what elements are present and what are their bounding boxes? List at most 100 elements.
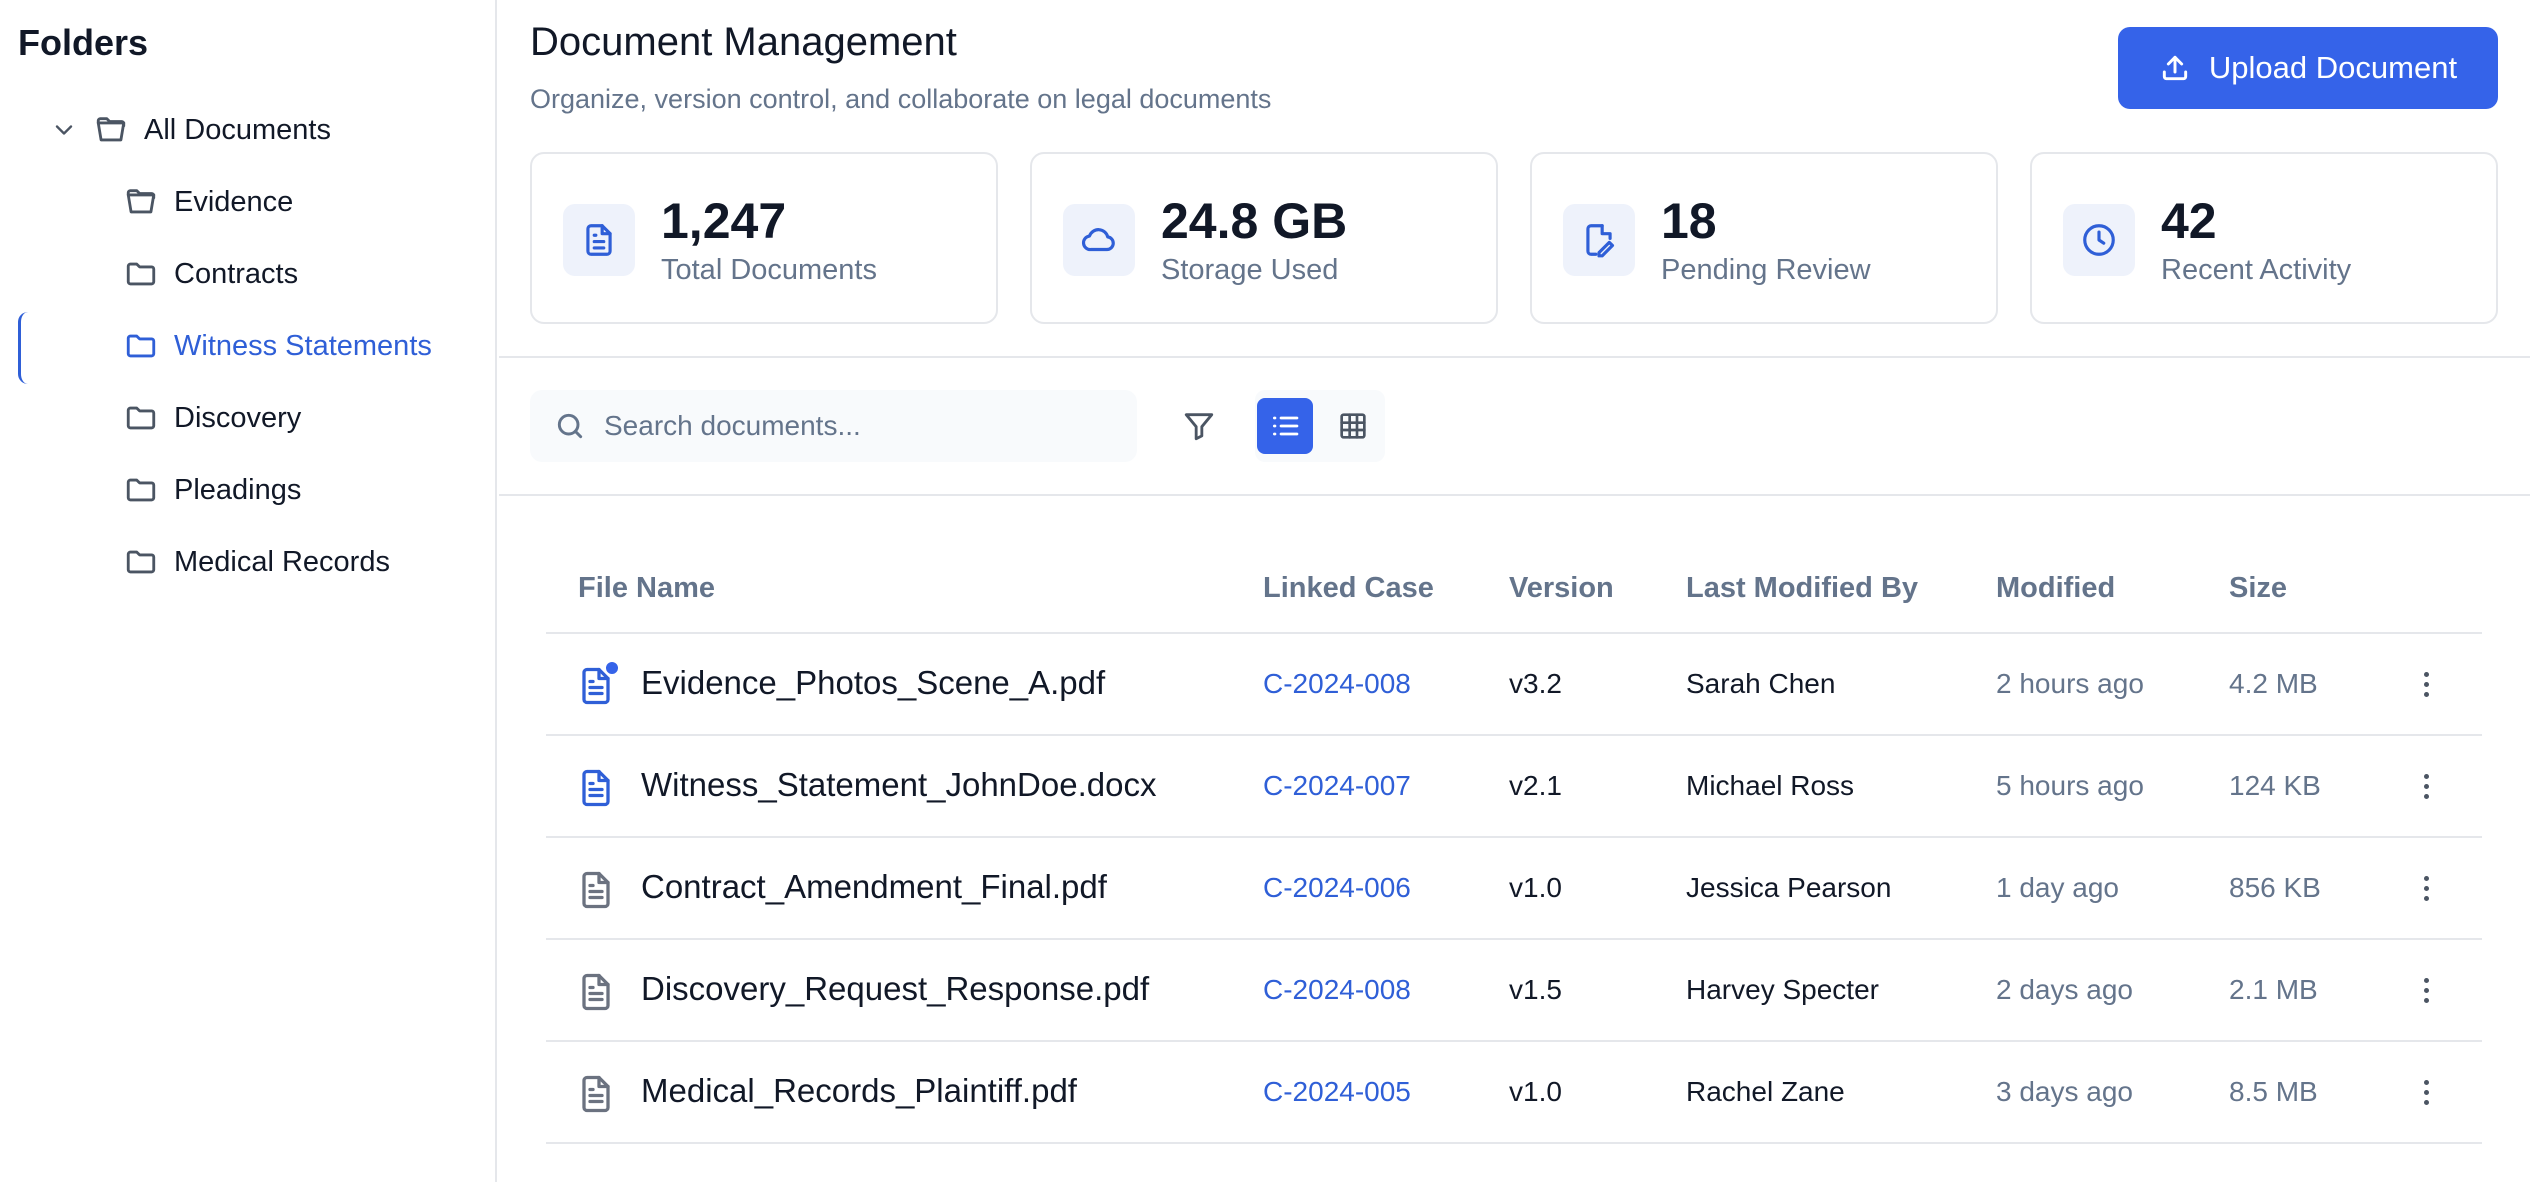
version: v1.5 bbox=[1509, 974, 1562, 1005]
folder-contracts[interactable]: Contracts bbox=[124, 246, 298, 302]
modified-time: 2 days ago bbox=[1996, 974, 2133, 1005]
column-header[interactable]: Last Modified By bbox=[1686, 572, 1918, 605]
table-row[interactable]: Discovery_Request_Response.pdf C-2024-00… bbox=[546, 940, 2482, 1042]
folder-all-documents[interactable]: All Documents bbox=[50, 102, 331, 158]
file-name[interactable]: Discovery_Request_Response.pdf bbox=[641, 970, 1149, 1008]
stat-value: 1,247 bbox=[661, 193, 787, 249]
column-header[interactable]: Version bbox=[1509, 572, 1614, 605]
table-header: File Name Linked Case Version Last Modif… bbox=[546, 548, 2482, 634]
clock-icon bbox=[2083, 224, 2115, 256]
folder-label: Discovery bbox=[174, 401, 302, 434]
folder-icon bbox=[126, 406, 156, 430]
version: v1.0 bbox=[1509, 872, 1562, 903]
upload-document-button[interactable]: Upload Document bbox=[2118, 27, 2498, 109]
section-divider bbox=[499, 356, 2530, 358]
folder-icon bbox=[126, 262, 156, 286]
folder-pleadings[interactable]: Pleadings bbox=[124, 462, 301, 518]
folder-label: Medical Records bbox=[174, 545, 390, 578]
document-icon bbox=[582, 871, 610, 909]
sidebar-title: Folders bbox=[18, 22, 149, 63]
column-header[interactable]: Linked Case bbox=[1263, 572, 1434, 605]
linked-case-link[interactable]: C-2024-005 bbox=[1263, 1076, 1411, 1108]
unread-dot bbox=[604, 660, 620, 676]
upload-icon bbox=[2162, 55, 2188, 81]
more-actions-icon[interactable] bbox=[2406, 1072, 2446, 1112]
table-row[interactable]: Medical_Records_Plaintiff.pdf C-2024-005… bbox=[546, 1042, 2482, 1144]
stat-value: 42 bbox=[2161, 193, 2217, 249]
folder-label: Pleadings bbox=[174, 473, 302, 506]
linked-case-link[interactable]: C-2024-008 bbox=[1263, 974, 1411, 1006]
view-mode-toggle bbox=[1255, 390, 1385, 462]
document-icon bbox=[582, 973, 610, 1011]
folder-discovery[interactable]: Discovery bbox=[124, 390, 301, 446]
linked-case-link[interactable]: C-2024-008 bbox=[1263, 668, 1411, 700]
list-view-button[interactable] bbox=[1257, 398, 1313, 454]
modified-by: Jessica Pearson bbox=[1686, 872, 1892, 903]
main-content: Document Management Organize, version co… bbox=[499, 0, 2530, 1182]
document-icon bbox=[586, 224, 612, 256]
file-icon-wrap bbox=[578, 870, 614, 910]
search-input[interactable] bbox=[604, 410, 1124, 442]
list-icon bbox=[1273, 416, 1299, 436]
stat-label: Total Documents bbox=[661, 254, 877, 286]
more-actions-icon[interactable] bbox=[2406, 868, 2446, 908]
version: v1.0 bbox=[1509, 1076, 1562, 1107]
folder-witness-statements[interactable]: Witness Statements bbox=[124, 318, 432, 374]
column-header[interactable]: Size bbox=[2229, 572, 2287, 605]
file-icon-wrap bbox=[578, 768, 614, 808]
stat-card-recent-activity: 42 Recent Activity bbox=[2030, 152, 2498, 324]
upload-button-label: Upload Document bbox=[2208, 50, 2458, 85]
file-size: 856 KB bbox=[2229, 872, 2321, 903]
more-actions-icon[interactable] bbox=[2406, 766, 2446, 806]
stat-card-total-documents: 1,247 Total Documents bbox=[530, 152, 998, 324]
folder-sidebar: Folders All Documents Evidence Contracts… bbox=[0, 0, 497, 1182]
folder-evidence[interactable]: Evidence bbox=[124, 174, 293, 230]
folder-label: Contracts bbox=[174, 257, 299, 290]
folder-icon bbox=[126, 550, 156, 574]
modified-time: 3 days ago bbox=[1996, 1076, 2133, 1107]
column-header[interactable]: Modified bbox=[1996, 572, 2115, 605]
grid-view-button[interactable] bbox=[1325, 398, 1381, 454]
stat-card-pending-review: 18 Pending Review bbox=[1530, 152, 1998, 324]
search-box[interactable] bbox=[530, 390, 1137, 462]
file-name[interactable]: Evidence_Photos_Scene_A.pdf bbox=[641, 664, 1105, 702]
modified-time: 2 hours ago bbox=[1996, 668, 2144, 699]
chevron-down-icon[interactable] bbox=[50, 116, 78, 144]
table-row[interactable]: Witness_Statement_JohnDoe.docx C-2024-00… bbox=[546, 736, 2482, 838]
folder-label: All Documents bbox=[144, 113, 331, 146]
page-subtitle: Organize, version control, and collabora… bbox=[530, 84, 1272, 114]
stat-value: 24.8 GB bbox=[1161, 193, 1348, 249]
stat-icon-wrap bbox=[1563, 204, 1635, 276]
linked-case-link[interactable]: C-2024-007 bbox=[1263, 770, 1411, 802]
grid-icon bbox=[1340, 413, 1366, 439]
folder-medical-records[interactable]: Medical Records bbox=[124, 534, 390, 590]
modified-by: Harvey Specter bbox=[1686, 974, 1879, 1005]
linked-case-link[interactable]: C-2024-006 bbox=[1263, 872, 1411, 904]
file-size: 124 KB bbox=[2229, 770, 2321, 801]
stat-card-storage-used: 24.8 GB Storage Used bbox=[1030, 152, 1498, 324]
folder-label: Witness Statements bbox=[174, 329, 432, 362]
document-icon bbox=[582, 1075, 610, 1113]
stat-label: Storage Used bbox=[1161, 254, 1339, 286]
version: v3.2 bbox=[1509, 668, 1562, 699]
file-name[interactable]: Medical_Records_Plaintiff.pdf bbox=[641, 1072, 1077, 1110]
file-signature-icon bbox=[1586, 224, 1615, 258]
column-header[interactable]: File Name bbox=[578, 572, 715, 605]
table-row[interactable]: Evidence_Photos_Scene_A.pdf C-2024-008 v… bbox=[546, 634, 2482, 736]
stat-icon-wrap bbox=[563, 204, 635, 276]
filter-button[interactable] bbox=[1173, 400, 1225, 452]
filter-icon bbox=[1184, 413, 1214, 441]
folder-open-icon bbox=[96, 117, 126, 142]
file-name[interactable]: Witness_Statement_JohnDoe.docx bbox=[641, 766, 1156, 804]
more-actions-icon[interactable] bbox=[2406, 970, 2446, 1010]
documents-table: File Name Linked Case Version Last Modif… bbox=[546, 548, 2482, 1144]
folder-label: Evidence bbox=[174, 185, 294, 218]
section-divider bbox=[499, 494, 2530, 496]
modified-time: 1 day ago bbox=[1996, 872, 2119, 903]
stat-label: Recent Activity bbox=[2161, 254, 2352, 286]
folder-icon bbox=[126, 334, 156, 358]
file-name[interactable]: Contract_Amendment_Final.pdf bbox=[641, 868, 1107, 906]
active-folder-indicator bbox=[18, 312, 28, 384]
more-actions-icon[interactable] bbox=[2406, 664, 2446, 704]
table-row[interactable]: Contract_Amendment_Final.pdf C-2024-006 … bbox=[546, 838, 2482, 940]
